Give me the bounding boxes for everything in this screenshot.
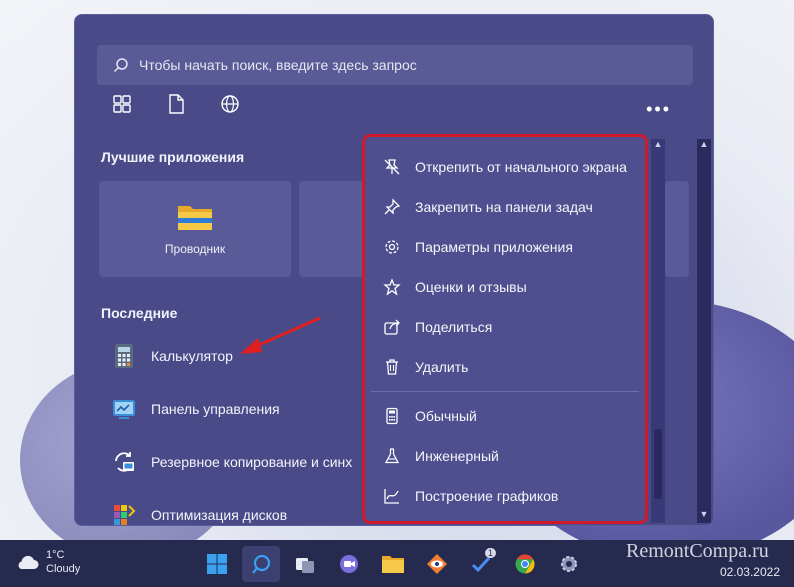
scroll-down-icon[interactable]: ▼: [697, 509, 711, 519]
tile-empty[interactable]: [665, 181, 689, 277]
settings-button[interactable]: [550, 546, 588, 582]
task-view-icon: [296, 558, 314, 573]
menu-label: Открепить от начального экрана: [415, 159, 627, 175]
menu-app-settings[interactable]: Параметры приложения: [365, 227, 645, 267]
app-eye-button[interactable]: [418, 546, 456, 582]
menu-pin-taskbar[interactable]: Закрепить на панели задач: [365, 187, 645, 227]
scroll-thumb[interactable]: [654, 429, 662, 499]
menu-label: Удалить: [415, 359, 469, 375]
star-icon: [383, 278, 401, 296]
recent-item-control-panel[interactable]: Панель управления: [111, 396, 280, 422]
trash-icon: [386, 359, 398, 375]
menu-label: Поделиться: [415, 319, 493, 335]
annotation-arrow: [240, 316, 321, 354]
recent-item-label: Оптимизация дисков: [151, 507, 288, 523]
recent-item-disk-optimize[interactable]: Оптимизация дисков: [111, 502, 288, 525]
search-placeholder: Чтобы начать поиск, введите здесь запрос: [139, 57, 417, 73]
chrome-button[interactable]: [506, 546, 544, 582]
weather-temp: 1°C: [46, 549, 65, 561]
unpin-icon: [384, 159, 400, 175]
calculator-standard-icon: [386, 407, 398, 425]
gear-icon: [385, 240, 399, 254]
menu-separator: [371, 391, 639, 392]
recent-item-label: Резервное копирование и синх: [151, 454, 353, 470]
menu-label: Параметры приложения: [415, 239, 573, 255]
menu-label: Обычный: [415, 408, 477, 424]
globe-icon[interactable]: [219, 93, 241, 115]
control-panel-icon: [113, 400, 135, 419]
quick-access-bar: [111, 93, 241, 115]
pin-icon: [384, 198, 401, 215]
outer-scrollbar[interactable]: ▲ ▼: [697, 139, 711, 523]
watermark: RemontCompa.ru: [626, 540, 769, 562]
menu-mode-standard[interactable]: Обычный: [365, 396, 645, 436]
clock-date: 02.03.2022: [719, 565, 780, 579]
menu-mode-graphing[interactable]: Построение графиков: [365, 476, 645, 516]
menu-label: Инженерный: [415, 448, 499, 464]
share-icon: [384, 319, 400, 335]
context-menu: Открепить от начального экрана Закрепить…: [362, 134, 648, 524]
taskbar-search-button[interactable]: [242, 546, 280, 582]
recent-title: Последние: [101, 305, 178, 321]
pinned-title: Лучшие приложения: [101, 149, 245, 165]
menu-label: Оценки и отзывы: [415, 279, 527, 295]
folder-icon: [382, 556, 404, 573]
calculator-icon: [115, 344, 133, 368]
eye-app-icon: [427, 554, 447, 574]
search-icon: [252, 554, 271, 574]
more-options-icon[interactable]: •••: [646, 99, 671, 120]
recent-item-label: Панель управления: [151, 401, 280, 417]
search-box[interactable]: Чтобы начать поиск, введите здесь запрос: [97, 45, 693, 85]
recent-item-backup[interactable]: Резервное копирование и синх: [111, 449, 352, 475]
weather-condition: Cloudy: [46, 563, 81, 575]
scrollbar[interactable]: ▲: [651, 139, 665, 523]
flask-icon: [384, 448, 400, 464]
gear-icon: [561, 556, 577, 572]
backup-sync-icon: [115, 452, 134, 472]
recent-item-label: Калькулятор: [151, 348, 233, 364]
windows-logo-icon: [207, 554, 227, 574]
folder-icon: [177, 202, 213, 232]
taskbar-apps: 1: [198, 546, 588, 582]
menu-label: Закрепить на панели задач: [415, 199, 593, 215]
explorer-button[interactable]: [374, 546, 412, 582]
tile-explorer[interactable]: Проводник: [99, 181, 291, 277]
menu-rate-review[interactable]: Оценки и отзывы: [365, 267, 645, 307]
menu-mode-scientific[interactable]: Инженерный: [365, 436, 645, 476]
chrome-icon: [515, 554, 535, 574]
recent-item-calculator[interactable]: Калькулятор: [111, 343, 233, 369]
apps-icon[interactable]: [111, 93, 133, 115]
task-view-button[interactable]: [286, 546, 324, 582]
cloud-icon: [18, 555, 39, 569]
search-icon: [113, 58, 128, 73]
menu-share[interactable]: Поделиться: [365, 307, 645, 347]
start-button[interactable]: [198, 546, 236, 582]
disk-optimize-icon: [114, 505, 136, 525]
todo-button[interactable]: 1: [462, 546, 500, 582]
weather-widget[interactable]: 1°C Cloudy: [14, 548, 80, 576]
menu-uninstall[interactable]: Удалить: [365, 347, 645, 387]
scroll-up-icon[interactable]: ▲: [697, 139, 711, 149]
graph-icon: [384, 489, 399, 504]
chat-icon: [340, 555, 358, 573]
chat-button[interactable]: [330, 546, 368, 582]
tile-label: Проводник: [164, 242, 226, 256]
scroll-up-icon[interactable]: ▲: [651, 139, 665, 149]
notification-badge: 1: [484, 548, 496, 558]
document-icon[interactable]: [165, 93, 187, 115]
menu-label: Построение графиков: [415, 488, 559, 504]
menu-unpin-start[interactable]: Открепить от начального экрана: [365, 147, 645, 187]
